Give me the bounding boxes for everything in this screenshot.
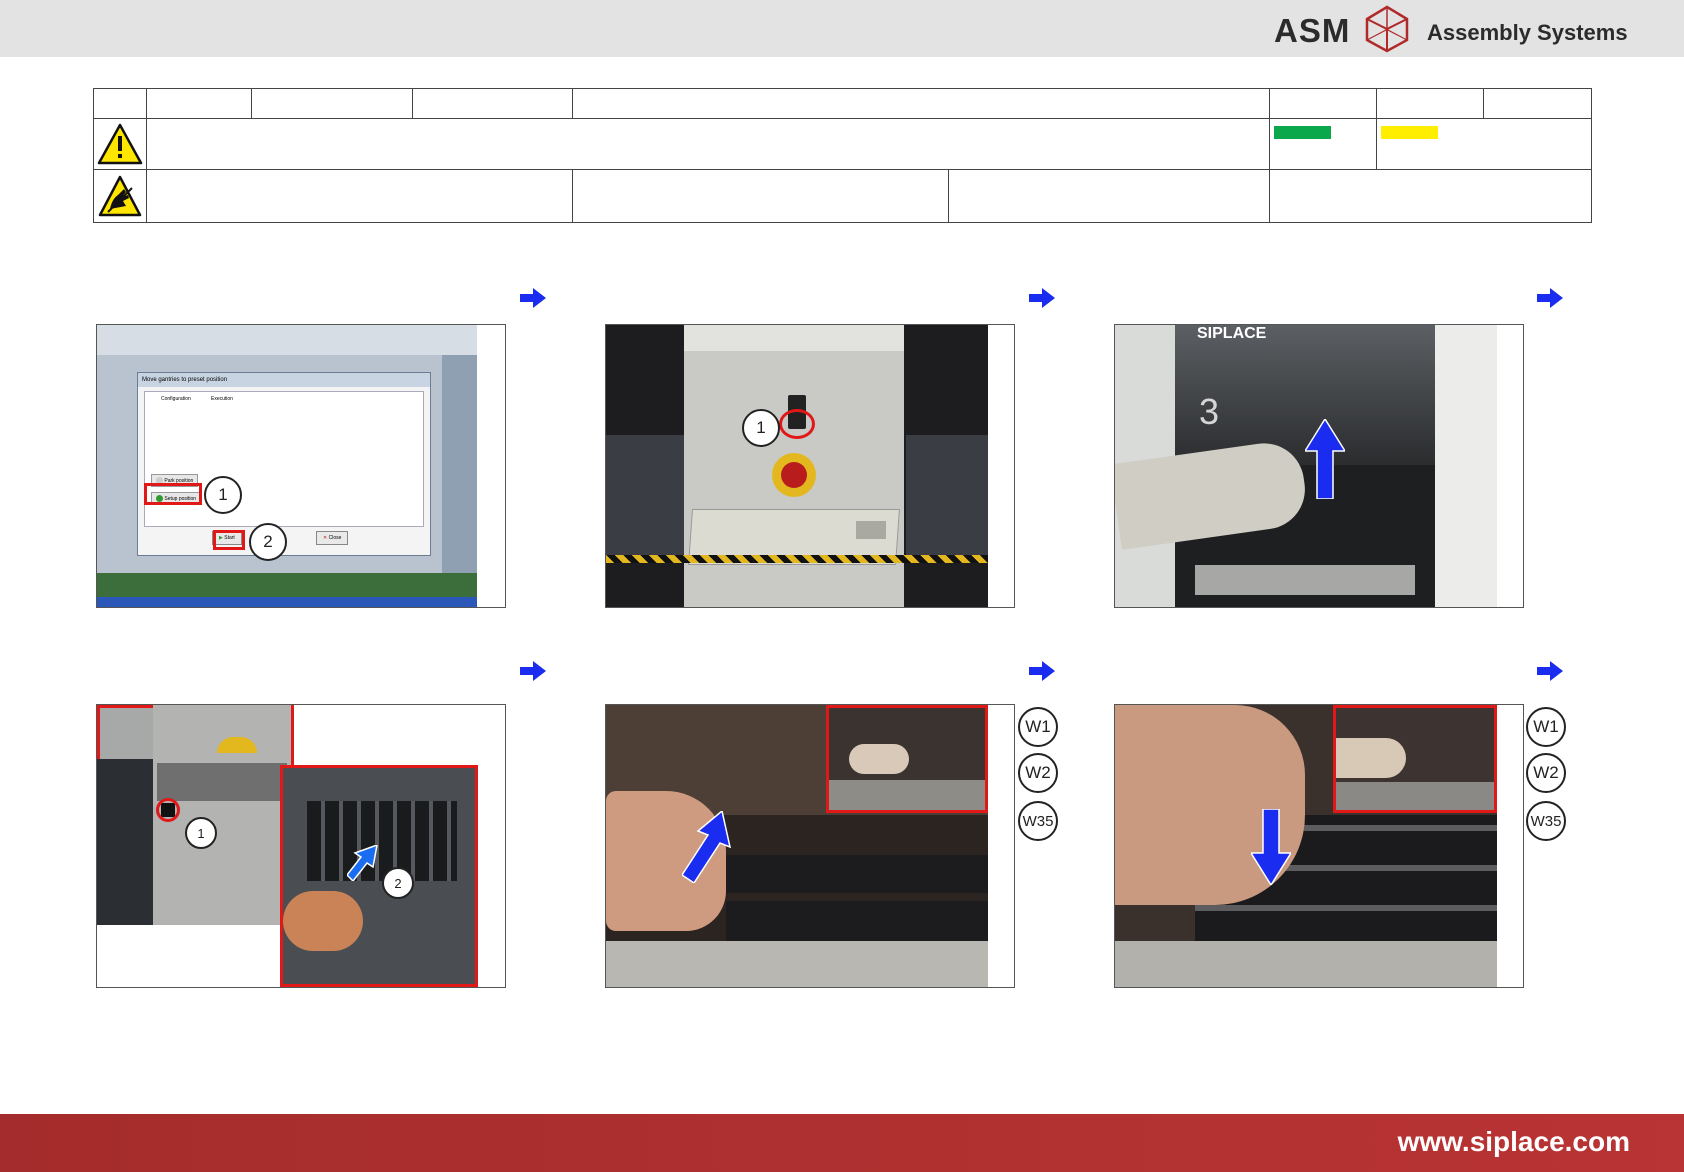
table-cell xyxy=(948,169,1270,223)
step-image-cable-connection: 1 2 xyxy=(96,704,506,988)
feeder-block-1 xyxy=(716,855,988,893)
page-footer: www.siplace.com xyxy=(0,1114,1684,1172)
table-cell xyxy=(93,88,147,119)
inset-rail xyxy=(1336,782,1494,810)
tool-badge-w35: W35 xyxy=(1018,801,1058,841)
brand-subtitle: Assembly Systems xyxy=(1427,20,1628,45)
page-header: ASM Assembly Systems xyxy=(0,0,1684,57)
table-cell xyxy=(1269,88,1377,119)
step-image-software-dialog: Move gantries to preset position Configu… xyxy=(96,324,506,608)
inset-photo xyxy=(826,705,988,813)
close-label: Close xyxy=(328,535,342,541)
close-icon: ✕ xyxy=(323,535,328,541)
callout-1: 1 xyxy=(185,817,217,849)
highlight-switch xyxy=(779,409,815,439)
keyboard-trackpad xyxy=(856,521,886,539)
esd-cell xyxy=(93,169,147,223)
right-door xyxy=(1435,325,1497,607)
brand-asm: ASM xyxy=(1274,12,1351,49)
table-cell xyxy=(572,88,1270,119)
next-step-arrow-icon xyxy=(1537,661,1563,681)
dialog-body: Configuration Execution Park position Se… xyxy=(144,391,424,527)
screenshot-top-bar xyxy=(97,325,477,355)
green-bar xyxy=(1274,126,1331,139)
inset-hand xyxy=(849,744,909,774)
table-cell xyxy=(572,169,949,223)
hazard-stripe xyxy=(606,555,988,563)
next-step-arrow-icon xyxy=(520,288,546,308)
right-feeder-bank xyxy=(906,435,988,555)
feeder-block-2 xyxy=(726,901,988,941)
inset-arm xyxy=(1336,738,1406,778)
step-image-press-feeder xyxy=(1114,704,1524,988)
cabinet-edge xyxy=(97,759,153,925)
dialog-window: Move gantries to preset position Configu… xyxy=(137,372,431,556)
warning-cell xyxy=(93,118,147,170)
step-image-open-hood: SIPLACE 3 xyxy=(1114,324,1524,608)
next-step-arrow-icon xyxy=(1029,288,1055,308)
highlight-socket xyxy=(156,798,180,822)
highlight-start-button xyxy=(213,530,245,550)
emergency-stop-button xyxy=(781,462,807,488)
tab-execution[interactable]: Execution xyxy=(211,396,233,402)
footer-url[interactable]: www.siplace.com xyxy=(1398,1126,1630,1158)
screenshot-right-bar xyxy=(442,325,477,575)
callout-2: 2 xyxy=(382,867,414,899)
cabinet-top xyxy=(684,325,904,351)
table-cell xyxy=(146,118,1270,170)
callout-2: 2 xyxy=(249,523,287,561)
yellow-bar xyxy=(1381,126,1438,139)
feeder-rail xyxy=(606,941,988,987)
next-step-arrow-icon xyxy=(1537,288,1563,308)
cable-shelf xyxy=(157,763,287,801)
close-button[interactable]: ✕ Close xyxy=(316,531,349,545)
inset-photo xyxy=(1333,705,1497,813)
tab-configuration[interactable]: Configuration xyxy=(161,396,191,402)
tool-badge-w1: W1 xyxy=(1526,707,1566,747)
up-arrow-icon xyxy=(682,811,732,883)
info-table xyxy=(93,88,1592,223)
taskbar xyxy=(97,597,477,607)
tool-badge-w2: W2 xyxy=(1526,753,1566,793)
table-cell xyxy=(412,88,573,119)
next-step-arrow-icon xyxy=(1029,661,1055,681)
screenshot-toolbar xyxy=(97,573,477,597)
table-cell xyxy=(1483,88,1592,119)
dialog-title: Move gantries to preset position xyxy=(142,377,228,383)
down-arrow-icon xyxy=(1251,809,1291,885)
hood-number: 3 xyxy=(1199,391,1220,432)
callout-1: 1 xyxy=(204,476,242,514)
left-feeder-bank xyxy=(606,435,686,555)
callout-1: 1 xyxy=(742,409,780,447)
feeder-rail xyxy=(1115,941,1497,987)
highlight-setup-position xyxy=(144,483,202,505)
green-status-cell xyxy=(1269,118,1377,170)
machine-brand: SIPLACE xyxy=(1197,325,1267,342)
warning-triangle-icon xyxy=(97,123,143,165)
step-image-lift-feeder xyxy=(605,704,1015,988)
asm-logo-icon xyxy=(1365,5,1409,53)
table-cell xyxy=(146,169,573,223)
tool-badge-w1: W1 xyxy=(1018,707,1058,747)
table-cell xyxy=(1376,88,1484,119)
inset-rail xyxy=(829,780,985,810)
up-arrow-icon xyxy=(1305,419,1345,499)
table-cell xyxy=(1269,169,1592,223)
esd-warning-icon xyxy=(98,175,142,217)
tool-badge-w2: W2 xyxy=(1018,753,1058,793)
table-cell xyxy=(251,88,413,119)
next-step-arrow-icon xyxy=(520,661,546,681)
feeder-rail xyxy=(1195,565,1415,595)
operator-glove xyxy=(283,891,363,951)
table-cell xyxy=(146,88,252,119)
tool-badge-w35: W35 xyxy=(1526,801,1566,841)
dialog-titlebar: Move gantries to preset position xyxy=(138,373,430,387)
step-image-machine-front: 1 xyxy=(605,324,1015,608)
yellow-status-cell xyxy=(1376,118,1592,170)
insert-arrow-icon xyxy=(347,845,378,881)
